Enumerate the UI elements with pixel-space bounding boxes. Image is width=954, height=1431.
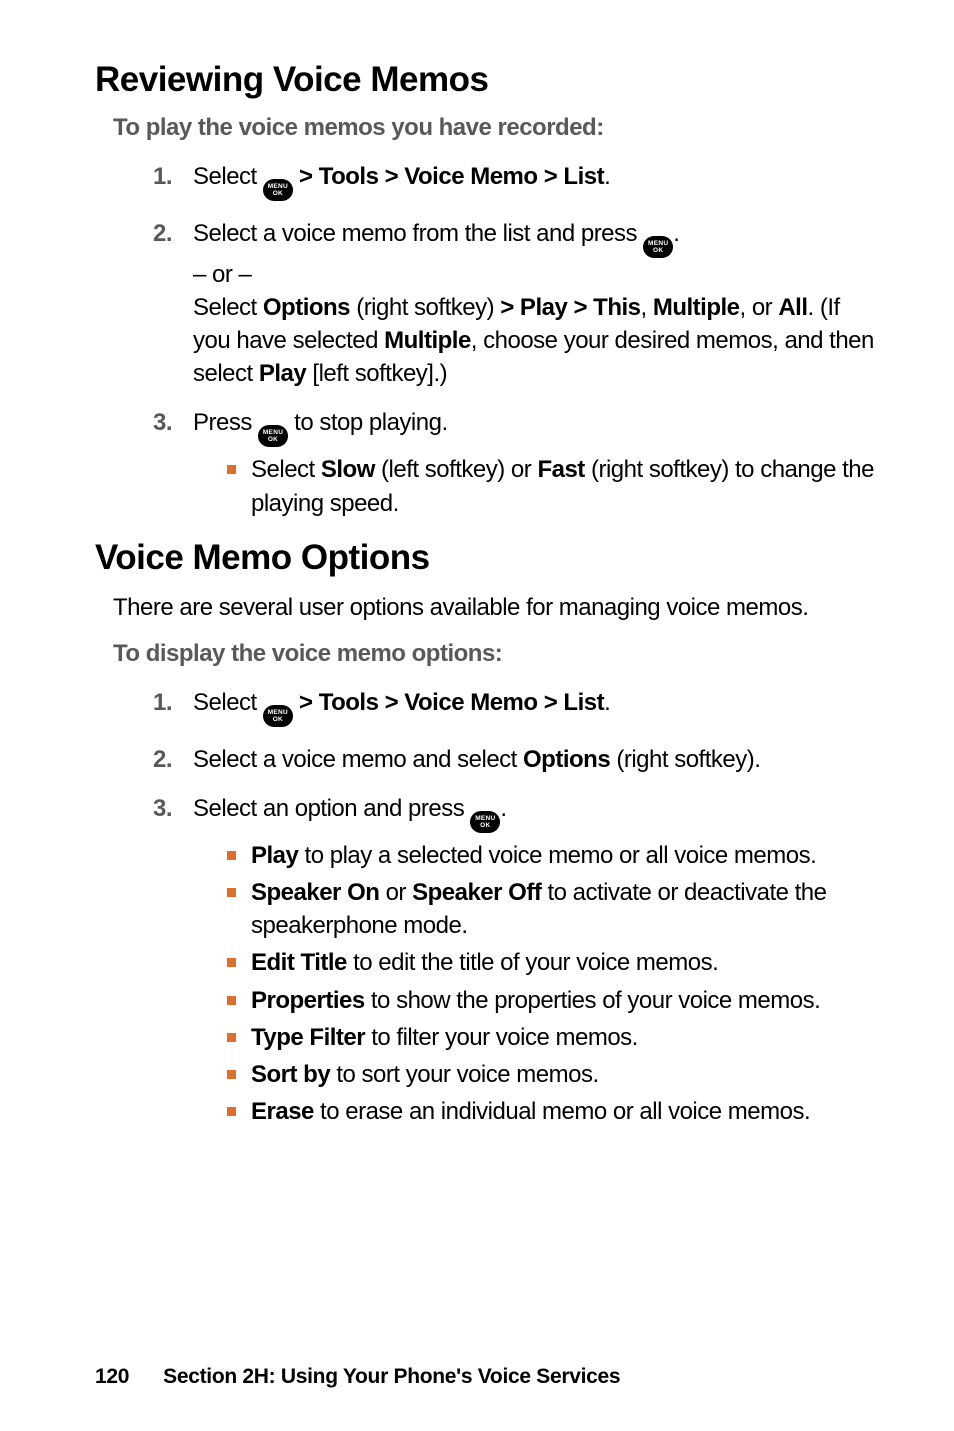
steps-reviewing: Select MENUOK > Tools > Voice Memo > Lis… xyxy=(95,160,876,520)
text-bold: Fast xyxy=(537,456,584,483)
text-bold: Multiple xyxy=(384,327,471,354)
text-bold: Type Filter xyxy=(251,1024,365,1051)
sub-item: Edit Title to edit the title of your voi… xyxy=(227,946,876,979)
text: [left softkey].) xyxy=(306,360,447,387)
menu-ok-icon: MENUOK xyxy=(263,705,293,727)
text-bold: Properties xyxy=(251,987,365,1014)
text-bold: Play xyxy=(259,360,306,387)
heading-options: Voice Memo Options xyxy=(95,538,876,578)
sub-item: Sort by to sort your voice memos. xyxy=(227,1058,876,1091)
text-bold: Slow xyxy=(321,456,375,483)
page: Reviewing Voice Memos To play the voice … xyxy=(0,0,954,1431)
text-bold: Multiple xyxy=(653,294,740,321)
sub-item: Speaker On or Speaker Off to activate or… xyxy=(227,876,876,942)
text-bold: Erase xyxy=(251,1098,314,1125)
text: to stop playing. xyxy=(288,409,448,436)
text: or xyxy=(379,879,412,906)
text-bold: > Tools > Voice Memo > List xyxy=(293,163,604,190)
menu-ok-icon: MENUOK xyxy=(470,811,500,833)
text: . xyxy=(673,220,679,247)
step-1: Select MENUOK > Tools > Voice Memo > Lis… xyxy=(153,686,876,727)
text-bold: All xyxy=(778,294,807,321)
text: , or xyxy=(740,294,779,321)
lead-play: To play the voice memos you have recorde… xyxy=(113,114,876,142)
text-bold: Play xyxy=(251,842,298,869)
intro-text: There are several user options available… xyxy=(113,592,876,624)
step-2: Select a voice memo and select Options (… xyxy=(153,743,876,776)
step-3: Press MENUOK to stop playing. Select Slo… xyxy=(153,406,876,519)
sub-item: Select Slow (left softkey) or Fast (righ… xyxy=(227,453,876,519)
text-bold: > Tools > Voice Memo > List xyxy=(293,689,604,716)
text: Select xyxy=(251,456,321,483)
sublist: Play to play a selected voice memo or al… xyxy=(193,839,876,1128)
text: Select a voice memo and select xyxy=(193,746,523,773)
menu-ok-icon: MENUOK xyxy=(258,425,288,447)
text: . xyxy=(500,795,506,822)
text: Press xyxy=(193,409,258,436)
page-footer: 120 Section 2H: Using Your Phone's Voice … xyxy=(95,1365,620,1389)
text: (left softkey) or xyxy=(375,456,538,483)
sub-item: Play to play a selected voice memo or al… xyxy=(227,839,876,872)
text: to filter your voice memos. xyxy=(365,1024,638,1051)
lead-options: To display the voice memo options: xyxy=(113,640,876,668)
text-bold: > Play > This xyxy=(500,294,640,321)
text: to erase an individual memo or all voice… xyxy=(314,1098,810,1125)
text: Select xyxy=(193,689,263,716)
text-bold: Options xyxy=(263,294,350,321)
step-2: Select a voice memo from the list and pr… xyxy=(153,217,876,390)
step-3: Select an option and press MENUOK. Play … xyxy=(153,792,876,1128)
menu-ok-icon: MENUOK xyxy=(643,236,673,258)
steps-options: Select MENUOK > Tools > Voice Memo > Lis… xyxy=(95,686,876,1128)
text-bold: Options xyxy=(523,746,610,773)
step-1: Select MENUOK > Tools > Voice Memo > Lis… xyxy=(153,160,876,201)
text: to sort your voice memos. xyxy=(330,1061,598,1088)
text: (right softkey). xyxy=(610,746,760,773)
text: Select xyxy=(193,294,263,321)
text-bold: Speaker Off xyxy=(412,879,541,906)
page-number: 120 xyxy=(95,1365,129,1389)
text: , xyxy=(641,294,653,321)
menu-ok-icon: MENUOK xyxy=(263,179,293,201)
text-bold: Speaker On xyxy=(251,879,379,906)
sub-item: Properties to show the properties of you… xyxy=(227,984,876,1017)
text: (right softkey) xyxy=(350,294,500,321)
text: to play a selected voice memo or all voi… xyxy=(298,842,816,869)
sub-item: Erase to erase an individual memo or all… xyxy=(227,1095,876,1128)
sub-item: Type Filter to filter your voice memos. xyxy=(227,1021,876,1054)
heading-reviewing: Reviewing Voice Memos xyxy=(95,60,876,100)
text: Select a voice memo from the list and pr… xyxy=(193,220,643,247)
sublist: Select Slow (left softkey) or Fast (righ… xyxy=(193,453,876,519)
text: to show the properties of your voice mem… xyxy=(365,987,821,1014)
text: . xyxy=(604,163,610,190)
or-text: – or – xyxy=(193,261,251,288)
text: Select xyxy=(193,163,263,190)
text: Select an option and press xyxy=(193,795,470,822)
text-bold: Sort by xyxy=(251,1061,330,1088)
text: to edit the title of your voice memos. xyxy=(347,949,718,976)
text: . xyxy=(604,689,610,716)
section-label: Section 2H: Using Your Phone's Voice Ser… xyxy=(163,1365,620,1388)
text-bold: Edit Title xyxy=(251,949,347,976)
